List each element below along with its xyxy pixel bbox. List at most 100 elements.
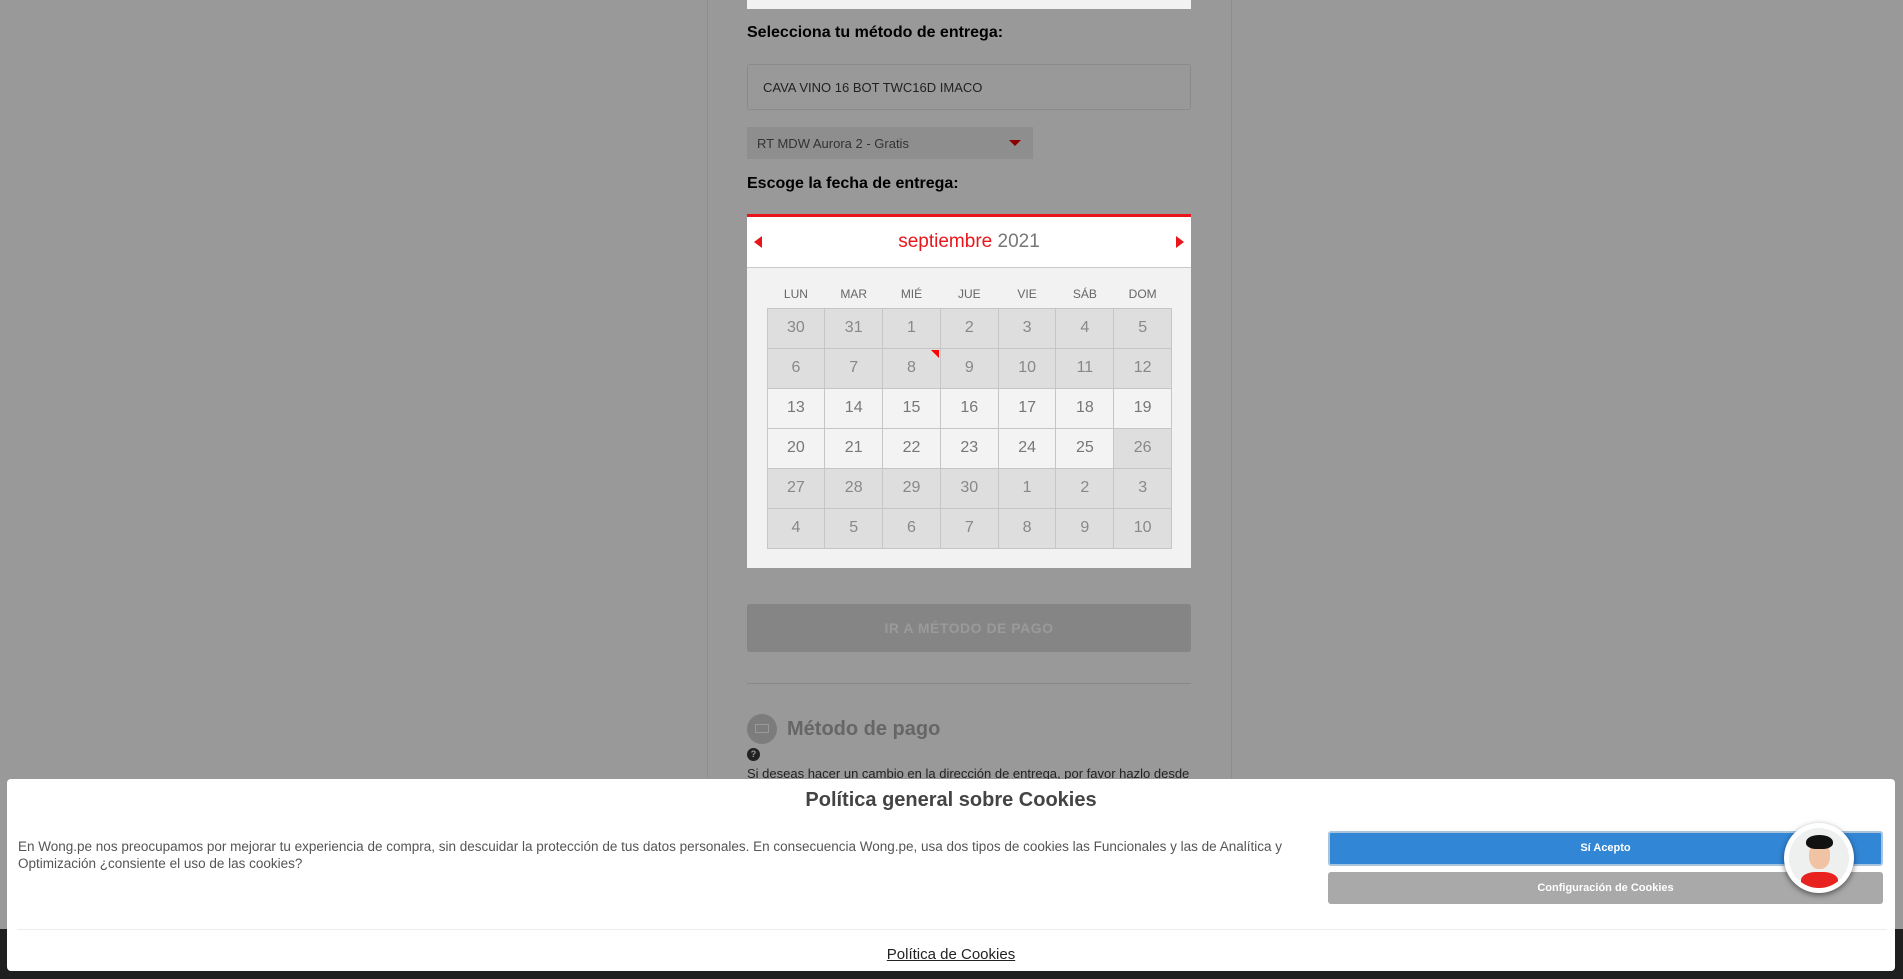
calendar-month: septiembre: [898, 231, 993, 252]
calendar-day: 26: [1113, 427, 1173, 469]
weekday-header: DOM: [1128, 287, 1157, 301]
day-number: 4: [1080, 319, 1090, 336]
day-number: 3: [1022, 319, 1032, 336]
calendar-day: 4: [766, 507, 826, 549]
calendar-day: 3: [997, 307, 1057, 349]
calendar-day: 27: [766, 467, 826, 509]
calendar-day: 11: [1055, 347, 1115, 389]
calendar-day: 3: [1113, 467, 1173, 509]
calendar-day[interactable]: 22: [882, 427, 941, 469]
credit-card-icon: [747, 714, 777, 744]
day-number: 7: [964, 519, 974, 536]
day-number: 9: [1080, 519, 1090, 536]
store-select-value: RT MDW Aurora 2 - Gratis: [757, 136, 909, 151]
day-number: 8: [1022, 519, 1032, 536]
today-marker-icon: [930, 349, 939, 358]
day-number: 22: [902, 439, 921, 456]
day-number: 2: [1080, 479, 1090, 496]
day-number: 5: [849, 519, 859, 536]
day-number: 1: [907, 319, 916, 336]
store-select[interactable]: RT MDW Aurora 2 - Gratis: [747, 127, 1033, 159]
day-number: 19: [1133, 399, 1152, 416]
day-number: 30: [960, 479, 979, 496]
calendar-day: 2: [1055, 467, 1115, 509]
calendar-day: 1: [997, 467, 1057, 509]
calendar-day: 4: [1055, 307, 1115, 349]
calendar-day[interactable]: 18: [1055, 387, 1115, 429]
calendar-day: 9: [939, 347, 999, 389]
day-number: 13: [787, 399, 805, 416]
calendar-day: 7: [939, 507, 999, 549]
day-number: 31: [844, 319, 863, 336]
go-to-payment-button[interactable]: IR A MÉTODO DE PAGO: [747, 604, 1191, 652]
cookie-policy-link[interactable]: Política de Cookies: [7, 946, 1895, 963]
calendar-day[interactable]: 19: [1113, 387, 1173, 429]
chat-assistant-avatar[interactable]: [1784, 823, 1854, 893]
day-number: 24: [1018, 439, 1036, 456]
calendar-day[interactable]: 20: [766, 427, 826, 469]
calendar-day: 6: [882, 507, 941, 549]
calendar-grid: 30 31 1 2 3 4 5 6 7 8 9 10 11 12 13 14 15 16 17 18 19 20 21 22 2…: [766, 307, 1173, 549]
calendar-day: 10: [1113, 507, 1173, 549]
calendar-day: 8: [882, 347, 941, 389]
day-number: 14: [844, 399, 863, 416]
weekday-headers: LUN MAR MIÉ JUE VIE SÁB DOM: [767, 287, 1172, 301]
next-month-icon[interactable]: [1176, 236, 1184, 248]
calendar-day[interactable]: 17: [997, 387, 1057, 429]
day-number: 4: [791, 519, 801, 536]
calendar-day: 2: [939, 307, 999, 349]
calendar-day[interactable]: 21: [824, 427, 884, 469]
delivery-method-label: Selecciona tu método de entrega:: [747, 24, 1004, 41]
day-number: 10: [1133, 519, 1152, 536]
delivery-calendar: septiembre 2021 LUN MAR MIÉ JUE VIE SÁB DOM 30…: [747, 214, 1191, 568]
day-number: 30: [787, 319, 805, 336]
calendar-day: 6: [766, 347, 826, 389]
help-icon[interactable]: ?: [747, 748, 760, 761]
calendar-day: 1: [882, 307, 941, 349]
calendar-day[interactable]: 24: [997, 427, 1057, 469]
day-number: 1: [1022, 479, 1032, 496]
weekday-header: JUE: [957, 287, 981, 301]
calendar-day: 5: [1113, 307, 1173, 349]
chevron-down-icon: [1009, 140, 1021, 146]
calendar-day: 30: [766, 307, 826, 349]
calendar-day[interactable]: 23: [939, 427, 999, 469]
cookie-title: Política general sobre Cookies: [805, 789, 1097, 811]
calendar-day: 9: [1055, 507, 1115, 549]
calendar-day: 30: [939, 467, 999, 509]
day-number: 5: [1138, 319, 1148, 336]
cookie-text: En Wong.pe nos preocupamos por mejorar t…: [18, 839, 1282, 871]
calendar-day[interactable]: 25: [1055, 427, 1115, 469]
day-number: 18: [1075, 399, 1094, 416]
calendar-day[interactable]: 16: [939, 387, 999, 429]
calendar-day[interactable]: 13: [766, 387, 826, 429]
product-box: CAVA VINO 16 BOT TWC16D IMACO: [747, 64, 1191, 110]
day-number: 6: [907, 519, 916, 536]
day-number: 7: [849, 359, 859, 376]
calendar-day: 8: [997, 507, 1057, 549]
divider: [17, 929, 1887, 930]
day-number: 3: [1138, 479, 1148, 496]
divider: [747, 683, 1191, 684]
day-number: 20: [787, 439, 805, 456]
calendar-day: 29: [882, 467, 941, 509]
day-number: 6: [791, 359, 801, 376]
calendar-day: 10: [997, 347, 1057, 389]
calendar-header: septiembre 2021: [747, 217, 1191, 268]
weekday-header: MAR: [840, 287, 868, 301]
day-number: 21: [844, 439, 863, 456]
day-number: 23: [960, 439, 979, 456]
calendar-day: 31: [824, 307, 884, 349]
calendar-day: 12: [1113, 347, 1173, 389]
day-number: 25: [1075, 439, 1094, 456]
prev-month-icon[interactable]: [754, 236, 762, 248]
calendar-day[interactable]: 14: [824, 387, 884, 429]
day-number: 15: [902, 399, 921, 416]
day-number: 26: [1133, 439, 1152, 456]
weekday-header: MIÉ: [900, 287, 923, 301]
calendar-day: 7: [824, 347, 884, 389]
weekday-header: SÁB: [1072, 287, 1097, 301]
calendar-day[interactable]: 15: [882, 387, 941, 429]
day-number: 28: [844, 479, 863, 496]
day-number: 9: [964, 359, 974, 376]
